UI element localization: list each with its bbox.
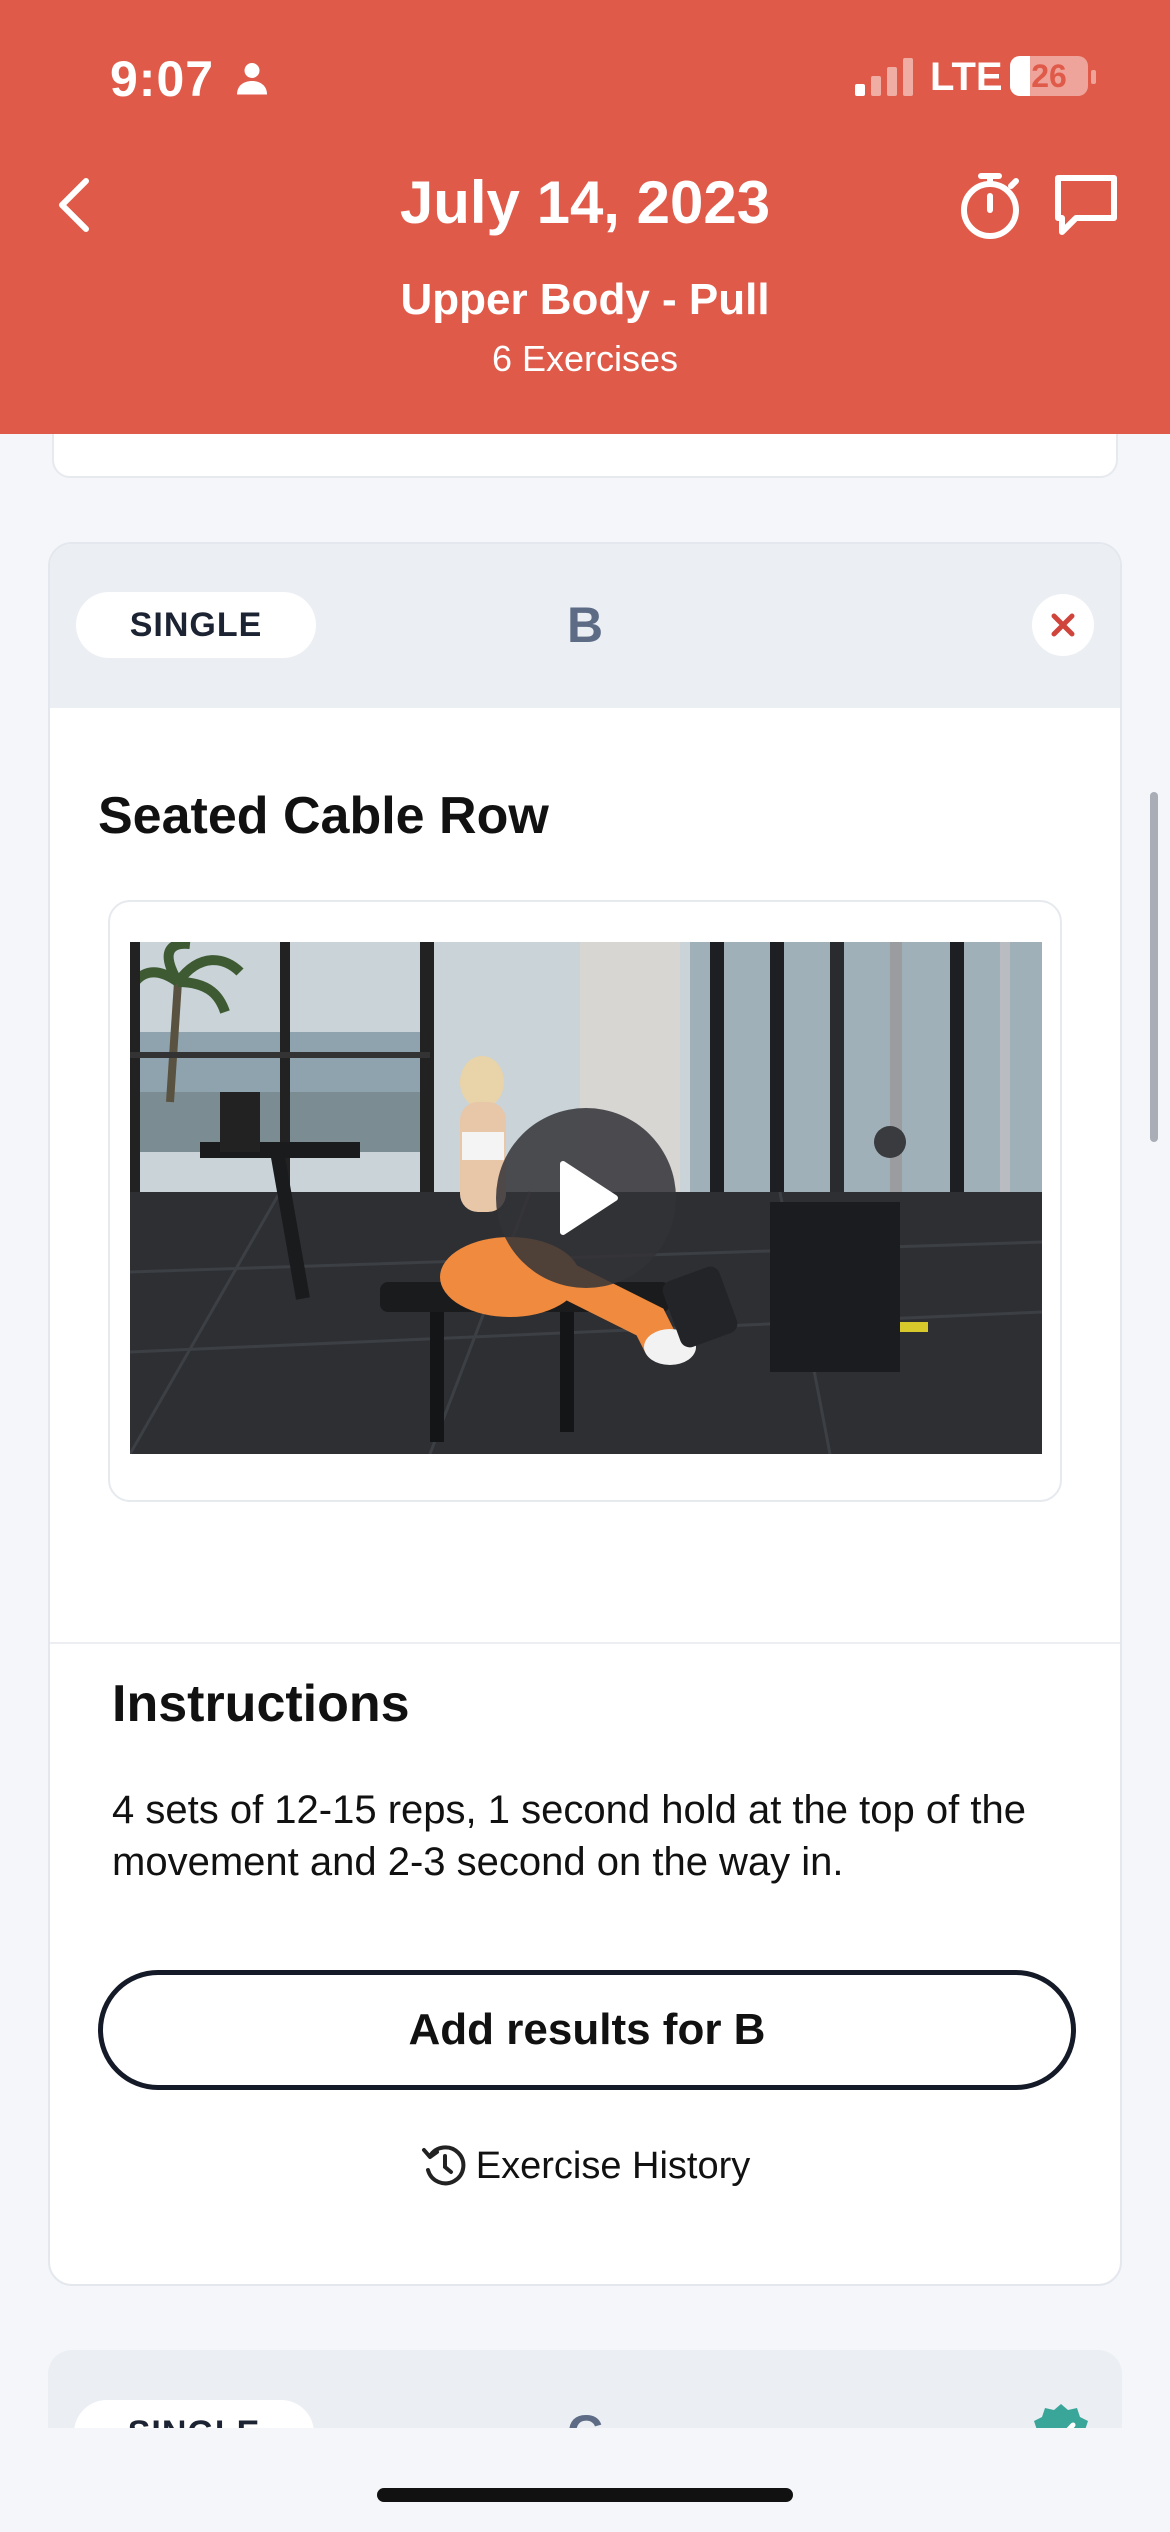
network-type: LTE — [930, 55, 1003, 99]
play-button[interactable] — [496, 1108, 676, 1288]
timer-button[interactable] — [955, 170, 1025, 242]
home-indicator[interactable] — [377, 2488, 793, 2502]
status-time: 9:07 — [110, 51, 215, 107]
add-results-button[interactable]: Add results for B — [98, 1970, 1076, 2090]
exercise-history-label: Exercise History — [475, 2144, 751, 2187]
exercise-title: Seated Cable Row — [98, 787, 549, 845]
chat-button[interactable] — [1050, 172, 1122, 238]
play-icon — [560, 1161, 618, 1235]
exercise-video[interactable] — [130, 942, 1042, 1454]
remove-exercise-button[interactable] — [1032, 594, 1094, 656]
instructions-heading: Instructions — [112, 1675, 410, 1733]
exercise-card-header: SINGLE B — [50, 544, 1120, 708]
exercise-count: 6 Exercises — [491, 338, 679, 379]
battery-cap — [1091, 70, 1096, 84]
exercise-history-link[interactable]: Exercise History — [50, 2138, 1120, 2194]
bottom-safe-area — [0, 2428, 1170, 2532]
stopwatch-icon — [961, 173, 1019, 239]
exercise-letter: B — [566, 597, 604, 653]
video-container — [108, 900, 1062, 1502]
workout-name: Upper Body - Pull — [400, 275, 770, 324]
signal-icon — [855, 58, 913, 96]
scrollbar[interactable] — [1150, 792, 1158, 1142]
instructions-text: 4 sets of 12-15 reps, 1 second hold at t… — [112, 1788, 1026, 1884]
person-icon — [237, 63, 267, 95]
close-icon — [1051, 613, 1075, 637]
chat-bubble-icon — [1055, 175, 1117, 235]
battery-percent: 26 — [1031, 58, 1067, 94]
history-icon — [421, 2145, 466, 2186]
app-header: 9:07 LTE 26 July 14, 2023 Upper Body - P… — [0, 0, 1170, 434]
exercise-card: SINGLE B Seated Cable Row Instructions 4… — [48, 542, 1122, 2286]
section-divider — [50, 1642, 1120, 1644]
battery-icon: 26 — [1010, 56, 1088, 96]
workout-screen: 9:07 LTE 26 July 14, 2023 Upper Body - P… — [0, 0, 1170, 2532]
